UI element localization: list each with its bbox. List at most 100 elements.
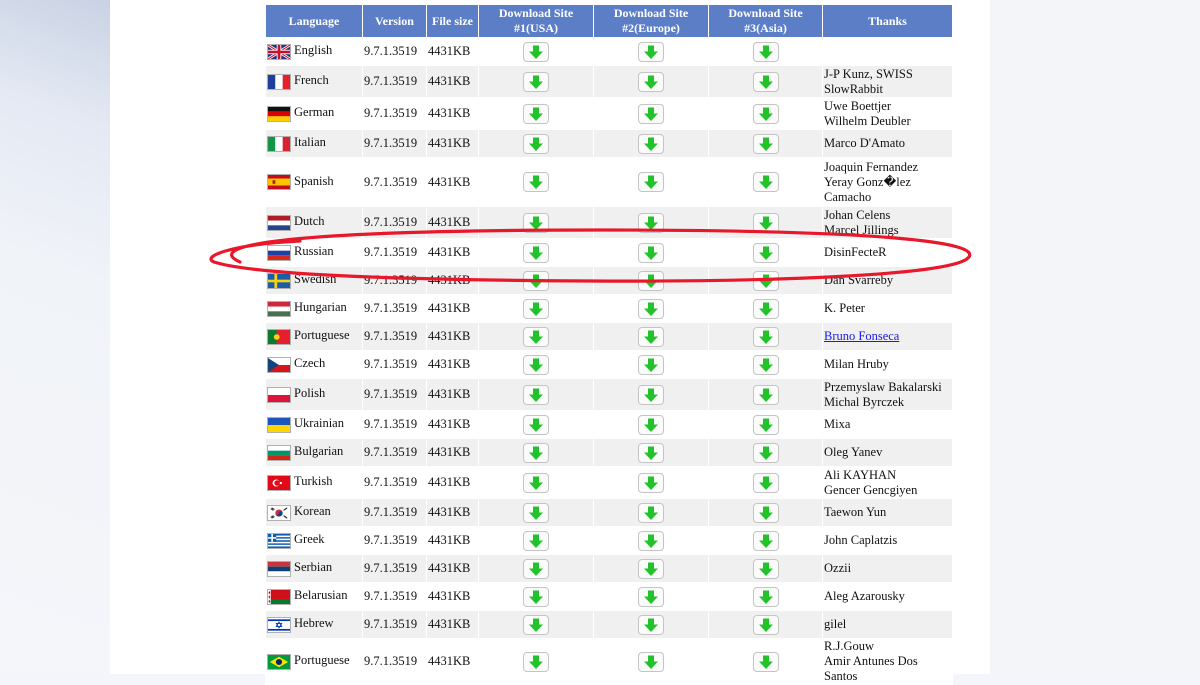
download-button-usa[interactable]: [523, 442, 549, 463]
download-button-usa[interactable]: [523, 530, 549, 551]
download-arrow-icon: [754, 618, 778, 633]
download-button-europe[interactable]: [638, 133, 664, 154]
download-button-asia[interactable]: [752, 326, 779, 347]
download-button-europe[interactable]: [638, 242, 664, 263]
filesize-cell: 4431KB: [426, 206, 479, 239]
download-button-asia[interactable]: [752, 558, 779, 579]
version-cell: 9.7.1.3519: [362, 638, 427, 685]
filesize-cell: 4431KB: [426, 129, 479, 158]
download-button-usa[interactable]: [523, 71, 549, 92]
thanks-link[interactable]: Bruno Fonseca: [824, 329, 899, 343]
language-cell: English: [265, 37, 363, 66]
filesize-cell: 4431KB: [426, 238, 479, 267]
download-button-asia[interactable]: [752, 614, 779, 635]
download-button-usa[interactable]: [523, 242, 549, 263]
table-row: Serbian 9.7.1.3519 4431KB Ozzii: [265, 554, 953, 583]
download-button-europe[interactable]: [638, 326, 664, 347]
filesize-cell: 4431KB: [426, 97, 479, 130]
language-cell: Dutch: [265, 206, 363, 239]
download-table: Language Version File size Download Site…: [265, 4, 953, 685]
download-button-europe[interactable]: [638, 414, 664, 435]
download-button-usa[interactable]: [523, 41, 549, 62]
download-button-europe[interactable]: [638, 472, 664, 493]
language-name: Dutch: [294, 214, 325, 229]
header-thanks: Thanks: [822, 4, 953, 38]
thanks-name: Joaquin Fernandez: [824, 159, 919, 174]
download-button-usa[interactable]: [523, 614, 549, 635]
language-name: Belarusian: [294, 588, 348, 603]
download-button-asia[interactable]: [752, 212, 779, 233]
download-europe-cell: [593, 97, 709, 130]
download-button-europe[interactable]: [638, 558, 664, 579]
table-row: Korean 9.7.1.3519 4431KB Taewon Yun: [265, 498, 953, 527]
download-button-usa[interactable]: [523, 558, 549, 579]
download-button-europe[interactable]: [638, 614, 664, 635]
download-arrow-icon: [639, 137, 663, 152]
download-button-asia[interactable]: [752, 502, 779, 523]
download-button-europe[interactable]: [638, 586, 664, 607]
download-button-asia[interactable]: [752, 298, 779, 319]
download-button-europe[interactable]: [638, 651, 664, 672]
download-europe-cell: [593, 157, 709, 207]
download-button-europe[interactable]: [638, 530, 664, 551]
download-button-usa[interactable]: [523, 212, 549, 233]
download-button-europe[interactable]: [638, 442, 664, 463]
download-arrow-icon: [754, 75, 778, 90]
download-asia-cell: [708, 157, 823, 207]
filesize-cell: 4431KB: [426, 438, 479, 467]
language-cell: Hebrew: [265, 610, 363, 639]
thanks-cell: J-P Kunz, SWISS SlowRabbit: [822, 65, 953, 98]
download-button-asia[interactable]: [752, 530, 779, 551]
download-arrow-icon: [754, 45, 778, 60]
download-button-usa[interactable]: [523, 326, 549, 347]
download-button-asia[interactable]: [752, 472, 779, 493]
download-button-europe[interactable]: [638, 298, 664, 319]
download-asia-cell: [708, 37, 823, 66]
download-button-europe[interactable]: [638, 71, 664, 92]
download-button-asia[interactable]: [752, 414, 779, 435]
download-arrow-icon: [524, 562, 548, 577]
download-button-usa[interactable]: [523, 133, 549, 154]
version-cell: 9.7.1.3519: [362, 466, 427, 499]
download-button-asia[interactable]: [752, 71, 779, 92]
download-button-usa[interactable]: [523, 384, 549, 405]
download-button-usa[interactable]: [523, 298, 549, 319]
download-button-usa[interactable]: [523, 502, 549, 523]
version-cell: 9.7.1.3519: [362, 438, 427, 467]
download-button-asia[interactable]: [752, 442, 779, 463]
download-button-asia[interactable]: [752, 586, 779, 607]
download-button-usa[interactable]: [523, 354, 549, 375]
download-button-asia[interactable]: [752, 172, 779, 192]
download-button-europe[interactable]: [638, 502, 664, 523]
download-button-usa[interactable]: [523, 414, 549, 435]
thanks-name: Dan Svarreby: [824, 273, 894, 287]
download-button-europe[interactable]: [638, 384, 664, 405]
download-arrow-icon: [524, 446, 548, 461]
download-button-usa[interactable]: [523, 586, 549, 607]
download-button-europe[interactable]: [638, 103, 664, 124]
flag-pt-icon: [267, 328, 291, 345]
download-button-europe[interactable]: [638, 270, 664, 291]
download-button-usa[interactable]: [523, 651, 549, 672]
download-button-asia[interactable]: [752, 354, 779, 375]
download-button-usa[interactable]: [523, 172, 549, 192]
download-button-usa[interactable]: [523, 472, 549, 493]
download-button-usa[interactable]: [523, 103, 549, 124]
download-button-asia[interactable]: [752, 384, 779, 405]
download-button-asia[interactable]: [752, 242, 779, 263]
download-arrow-icon: [639, 476, 663, 491]
table-row: Bulgarian 9.7.1.3519 4431KB Oleg Yanev: [265, 438, 953, 467]
download-button-asia[interactable]: [752, 41, 779, 62]
download-button-asia[interactable]: [752, 270, 779, 291]
download-button-europe[interactable]: [638, 354, 664, 375]
download-arrow-icon: [754, 534, 778, 549]
download-button-asia[interactable]: [752, 133, 779, 154]
download-button-europe[interactable]: [638, 212, 664, 233]
download-button-europe[interactable]: [638, 41, 664, 62]
download-button-asia[interactable]: [752, 103, 779, 124]
download-button-usa[interactable]: [523, 270, 549, 291]
download-button-europe[interactable]: [638, 172, 664, 192]
header-filesize: File size: [426, 4, 479, 38]
filesize-cell: 4431KB: [426, 322, 479, 351]
download-button-asia[interactable]: [752, 651, 779, 672]
